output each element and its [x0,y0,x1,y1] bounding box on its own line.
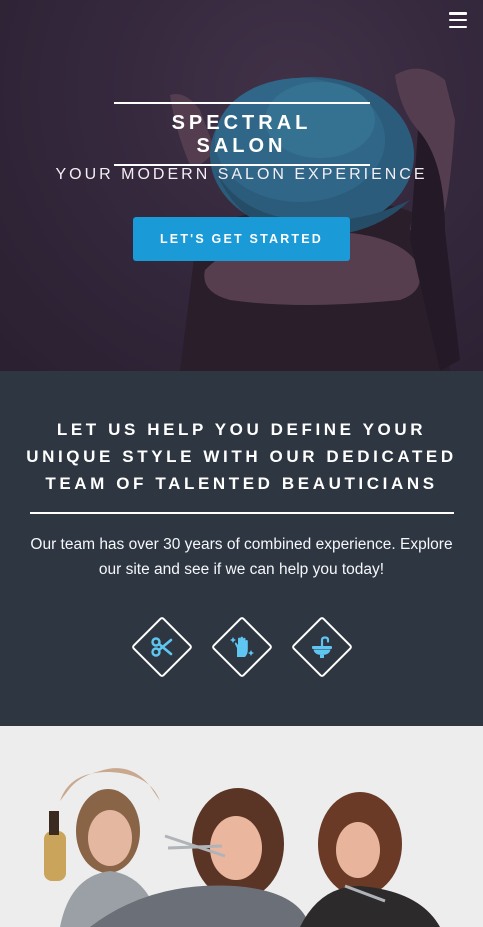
divider [30,512,454,514]
brand-wrapper: SPECTRAL SALON [0,102,483,166]
hero-overlay [0,0,483,371]
wash-sink-icon [311,636,332,658]
menu-bar [449,18,467,22]
site-title: SPECTRAL SALON [113,102,370,166]
menu-bar [449,25,467,28]
service-scissors[interactable] [130,615,194,679]
scissors-icon [150,637,172,657]
service-nails[interactable] [210,615,274,679]
team-photo-section [0,726,483,927]
get-started-button[interactable]: LET'S GET STARTED [133,217,350,261]
hero-section: SPECTRAL SALON YOUR MODERN SALON EXPERIE… [0,0,483,371]
team-photo [0,726,483,927]
intro-heading: LET US HELP YOU DEFINE YOUR UNIQUE STYLE… [26,420,457,493]
menu-bar [449,12,467,15]
intro-section: LET US HELP YOU DEFINE YOUR UNIQUE STYLE… [0,371,483,726]
hamburger-menu-icon[interactable] [449,12,467,28]
hand-sparkle-icon [229,636,254,657]
site-tagline: YOUR MODERN SALON EXPERIENCE [55,166,428,183]
service-wash[interactable] [290,615,354,679]
service-icons [0,615,483,679]
intro-text: Our team has over 30 years of combined e… [30,536,453,578]
